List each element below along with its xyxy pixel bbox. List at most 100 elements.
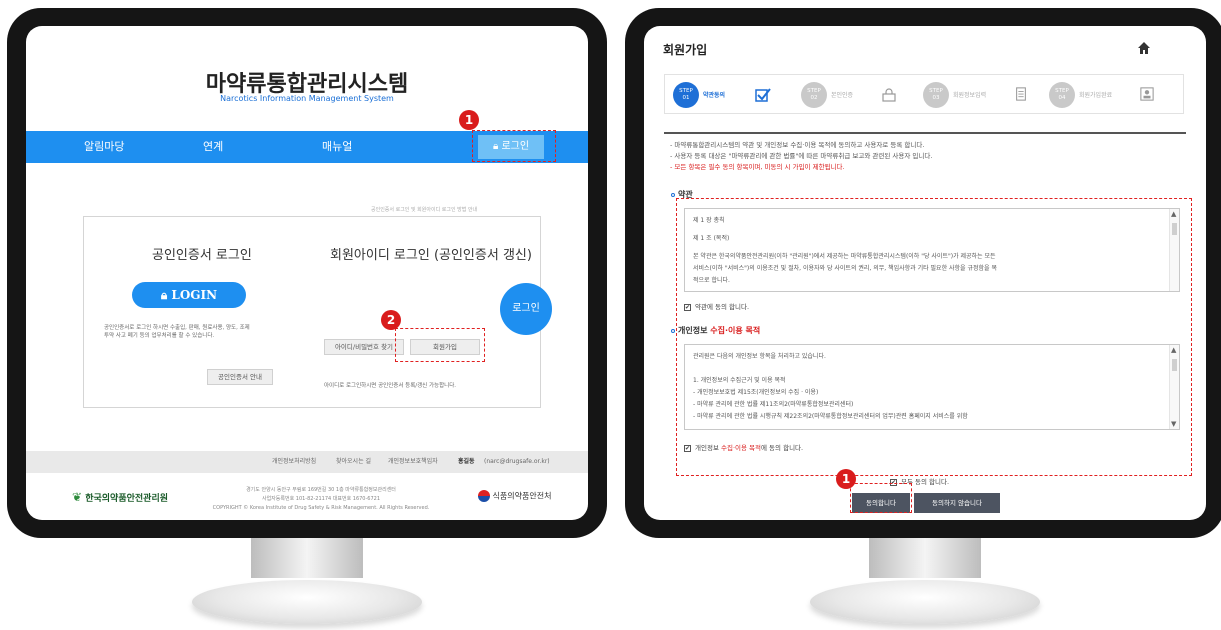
page-title: 회원가입 xyxy=(663,43,708,57)
disagree-button[interactable]: 동의하지 않습니다 xyxy=(914,493,1000,513)
footer-manager-name: 홍길동 xyxy=(458,458,475,465)
step-2-circle: STEP 02 xyxy=(801,82,827,108)
step-number: 01 xyxy=(682,95,690,101)
scroll-down-icon[interactable]: ▼ xyxy=(1171,420,1176,428)
step-number: 02 xyxy=(810,95,818,101)
notice-line-1: - 마약류통합관리시스템의 약관 및 개인정보 수집·이용 목적에 동의하고 사… xyxy=(670,141,925,149)
member-login-note: 아이디로 로그인하시면 공인인증서 등록/갱신 가능합니다. xyxy=(324,383,457,389)
left-monitor-base xyxy=(192,580,422,624)
section-divider xyxy=(664,132,1186,134)
privacy-agree-row[interactable]: ✔ 개인정보 수집·이용 목적에 동의 합니다. xyxy=(684,442,803,452)
highlight-join-box xyxy=(395,328,485,362)
notice-line-2: - 사용자 등록 대상은 "마약류관리에 관한 법률"에 따른 마약류취급 보고… xyxy=(670,152,933,160)
cert-login-button-label: LOGIN xyxy=(171,288,218,302)
step-prefix: STEP xyxy=(929,88,943,94)
footer-address: 경기도 안양시 동안구 부림로 169번길 30 1층 마약류통합정보관리센터 … xyxy=(206,486,436,513)
privacy-line: - 개인정보보호법 제15조(개인정보의 수집 · 이용) xyxy=(693,389,819,396)
highlight-agree-button xyxy=(850,483,912,513)
step-3-label: 회원정보입력 xyxy=(953,92,987,99)
nav-item-manual[interactable]: 매뉴얼 xyxy=(322,131,352,163)
privacy-line: 1. 개인정보의 수집근거 및 이용 목적 xyxy=(693,377,786,384)
lock-icon: 🔒︎ xyxy=(160,288,172,302)
cert-login-desc-line: 투약 사고 폐기 등의 업무처리를 할 수 있습니다. xyxy=(104,333,215,339)
taegeuk-icon xyxy=(478,490,490,502)
member-login-button[interactable]: 로그인 xyxy=(500,283,552,335)
step-number: 03 xyxy=(932,95,940,101)
scroll-thumb[interactable] xyxy=(1172,223,1177,235)
terms-agree-checkbox[interactable]: ✔ xyxy=(684,303,691,311)
step-1-circle: STEP 01 xyxy=(673,82,699,108)
footer-address-line: 사업자등록번호 101-82-21174 대표번호 1670-6721 xyxy=(261,496,381,502)
terms-line: 제 1 장 총칙 xyxy=(693,217,725,224)
privacy-scrollbar[interactable]: ▲ ▼ xyxy=(1169,345,1179,429)
step-prefix: STEP xyxy=(807,88,821,94)
right-monitor: 회원가입 STEP 01 약관동의 STEP 02 본인인증 STEP 03 회… xyxy=(625,8,1221,538)
privacy-agree-label: 개인정보 xyxy=(695,444,719,452)
lock-icon xyxy=(882,88,896,102)
footer-manager-email: (narc@drugsafe.or.kr) xyxy=(484,458,550,465)
step-number: 04 xyxy=(1058,95,1066,101)
scroll-up-icon[interactable]: ▲ xyxy=(1171,346,1176,354)
footer-link-privacy-officer[interactable]: 개인정보보호책임자 xyxy=(388,451,438,473)
org-logo-kids: ❦ 한국의약품안전관리원 xyxy=(72,490,168,504)
scroll-up-icon[interactable]: ▲ xyxy=(1171,210,1176,218)
privacy-heading: 개인정보 수집·이용 목적 xyxy=(671,325,760,336)
scroll-thumb[interactable] xyxy=(1172,359,1177,371)
bullet-icon xyxy=(671,328,675,333)
privacy-line: - 마약류 관리에 관한 법률 제11조의2(마약류통합정보관리센터) xyxy=(693,401,854,408)
step-4-circle: STEP 04 xyxy=(1049,82,1075,108)
nav-item-notice[interactable]: 알림마당 xyxy=(84,131,124,163)
org-left-name: 한국의약품안전관리원 xyxy=(85,494,169,504)
right-monitor-stand xyxy=(869,538,981,578)
org-right-name: 식품의약품안전처 xyxy=(492,491,552,501)
join-steps-bar: STEP01 약관동의 STEP02 본인인증 STEP03 회원정보입력 xyxy=(664,74,1184,114)
cert-guide-button[interactable]: 공인인증서 안내 xyxy=(207,369,273,385)
left-monitor-stand xyxy=(251,538,363,578)
step-4-label: 회원가입완료 xyxy=(1079,92,1113,99)
terms-line: 제 1 조 (목적) xyxy=(693,235,730,242)
agree-check-icon xyxy=(755,88,771,102)
join-page-screen: 회원가입 STEP 01 약관동의 STEP 02 본인인증 STEP 03 회… xyxy=(644,26,1206,520)
org-logo-mfds: 식품의약품안전처 xyxy=(478,490,551,502)
privacy-heading-red-text: 수집·이용 목적 xyxy=(710,326,761,335)
step-badge-2: 2 xyxy=(381,310,401,330)
terms-scrollbar[interactable]: ▲ xyxy=(1169,209,1179,291)
highlight-login-box xyxy=(472,130,556,162)
step-3-circle: STEP 03 xyxy=(923,82,949,108)
terms-line: 적으로 합니다. xyxy=(693,277,730,284)
footer-link-directions[interactable]: 찾아오시는 길 xyxy=(336,451,371,473)
find-id-password-button[interactable]: 아이디/비밀번호 찾기 xyxy=(324,339,404,355)
bullet-icon xyxy=(671,192,675,197)
home-icon[interactable] xyxy=(1137,41,1151,55)
step-prefix: STEP xyxy=(679,88,693,94)
privacy-agree-checkbox[interactable]: ✔ xyxy=(684,444,691,452)
step-2-label: 본인인증 xyxy=(831,92,854,99)
cert-login-heading: 공인인증서 로그인 xyxy=(152,248,252,263)
terms-line: 본 약관은 한국의약품안전관리원(이하 "관리원")에서 제공하는 마약류통합관… xyxy=(693,253,996,260)
nav-item-link[interactable]: 연계 xyxy=(203,131,223,163)
step-badge-1: 1 xyxy=(836,469,856,489)
left-monitor: 마약류통합관리시스템 Narcotics Information Managem… xyxy=(7,8,607,538)
member-login-heading: 회원아이디 로그인 (공인인증서 갱신) xyxy=(330,248,532,263)
terms-textarea[interactable]: 제 1 장 총칙 제 1 조 (목적) 본 약관은 한국의약품안전관리원(이하 … xyxy=(684,208,1180,292)
terms-agree-label: 약관에 동의 합니다. xyxy=(695,303,750,311)
cert-login-button[interactable]: 🔒︎ LOGIN xyxy=(132,282,246,308)
leaf-icon: ❦ xyxy=(72,490,83,504)
step-badge-1: 1 xyxy=(459,110,479,130)
login-guide-note: 공인인증서 로그인 및 회원아이디 로그인 방법 안내 xyxy=(371,207,478,213)
privacy-agree-suffix: 에 동의 합니다. xyxy=(761,444,804,452)
terms-agree-row[interactable]: ✔ 약관에 동의 합니다. xyxy=(684,301,749,311)
notice-line-3: - 모든 항목은 필수 동의 항목이며, 미동의 시 가입이 제한됩니다. xyxy=(670,163,845,171)
privacy-heading-text: 개인정보 xyxy=(678,326,708,335)
footer-address-line: COPYRIGHT © Korea Institute of Drug Safe… xyxy=(212,505,430,511)
terms-line: 서비스(이하 "서비스")의 이용조건 및 절차, 이용자와 당 사이트의 권리… xyxy=(693,265,997,272)
footer-link-privacy[interactable]: 개인정보처리방침 xyxy=(272,451,316,473)
step-1-label: 약관동의 xyxy=(703,92,726,99)
privacy-agree-red-label: 수집·이용 목적 xyxy=(721,444,762,452)
privacy-textarea[interactable]: 관리원은 다음의 개인정보 항목을 처리하고 있습니다. 1. 개인정보의 수집… xyxy=(684,344,1180,430)
privacy-line: 관리원은 다음의 개인정보 항목을 처리하고 있습니다. xyxy=(693,353,826,360)
right-monitor-base xyxy=(810,580,1040,624)
footer-links-bar: 개인정보처리방침 찾아오시는 길 개인정보보호책임자 홍길동 (narc@dru… xyxy=(26,451,588,473)
user-card-icon xyxy=(1140,87,1154,101)
login-page-screen: 마약류통합관리시스템 Narcotics Information Managem… xyxy=(26,26,588,520)
